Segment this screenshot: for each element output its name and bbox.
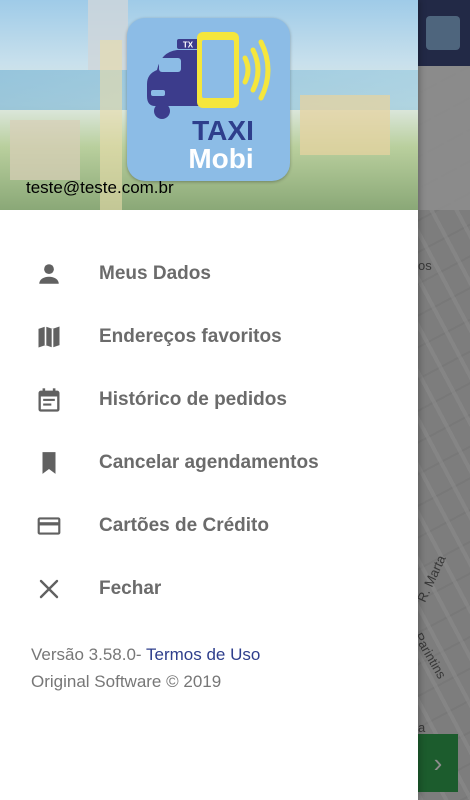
- app-version: Versão 3.58.0-: [31, 645, 142, 664]
- menu-item-label: Endereços favoritos: [99, 325, 282, 347]
- menu-item-cartoes-de-credito[interactable]: Cartões de Crédito: [0, 494, 418, 557]
- bookmark-icon: [34, 448, 64, 478]
- drawer-menu: Meus Dados Endereços favoritos Histórico…: [0, 242, 418, 620]
- menu-item-fechar[interactable]: Fechar: [0, 557, 418, 620]
- menu-item-label: Fechar: [99, 577, 162, 599]
- drawer-scrim[interactable]: [418, 0, 470, 800]
- user-email: teste@teste.com.br: [26, 178, 174, 197]
- menu-item-label: Cancelar agendamentos: [99, 451, 319, 473]
- menu-item-historico-de-pedidos[interactable]: Histórico de pedidos: [0, 368, 418, 431]
- logo-text-mobi: Mobi: [188, 143, 253, 174]
- menu-item-label: Cartões de Crédito: [99, 514, 269, 536]
- menu-item-label: Histórico de pedidos: [99, 388, 287, 410]
- person-icon: [34, 259, 64, 289]
- drawer-header: TX TAXI Mobi teste@teste.com.br: [0, 0, 418, 210]
- menu-item-enderecos-favoritos[interactable]: Endereços favoritos: [0, 305, 418, 368]
- credit-card-icon: [34, 511, 64, 541]
- navigation-drawer: TX TAXI Mobi teste@teste.com.br Meus Dad…: [0, 0, 418, 800]
- menu-item-label: Meus Dados: [99, 262, 211, 284]
- copyright: Original Software © 2019: [31, 672, 222, 691]
- taxi-mobi-logo-icon: TX TAXI Mobi: [147, 32, 271, 174]
- drawer-footer: Versão 3.58.0- Termos de Uso Original So…: [31, 641, 260, 695]
- version-line: Versão 3.58.0- Termos de Uso: [31, 641, 260, 668]
- svg-text:TX: TX: [183, 41, 194, 50]
- close-icon: [34, 574, 64, 604]
- logo-text-taxi: TAXI: [192, 115, 254, 146]
- menu-item-meus-dados[interactable]: Meus Dados: [0, 242, 418, 305]
- calendar-icon: [34, 385, 64, 415]
- map-icon: [34, 322, 64, 352]
- header-photo-building: [10, 120, 80, 180]
- terms-of-use-link[interactable]: Termos de Uso: [146, 645, 260, 664]
- app-logo: TX TAXI Mobi: [127, 18, 290, 181]
- header-photo-building: [300, 95, 390, 155]
- menu-item-cancelar-agendamentos[interactable]: Cancelar agendamentos: [0, 431, 418, 494]
